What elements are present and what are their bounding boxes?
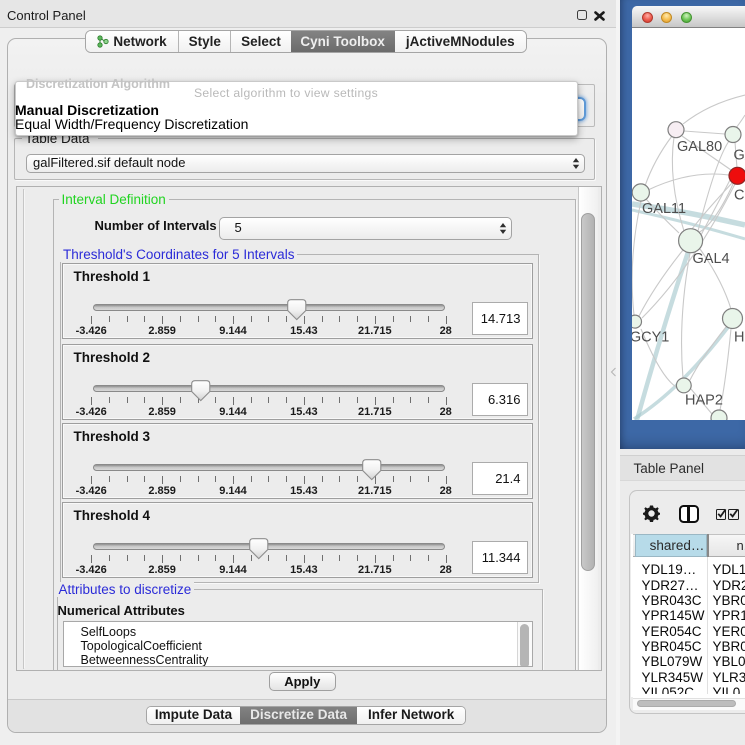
svg-text:GAL80: GAL80 [677,139,722,155]
svg-text:GAL4: GAL4 [693,251,730,267]
svg-text:HI: HI [734,330,745,346]
svg-text:GA: GA [734,148,745,164]
svg-text:GCY1: GCY1 [632,330,669,346]
svg-text:HAP2: HAP2 [685,393,723,409]
svg-text:CY: CY [734,188,745,204]
svg-text:GAL11: GAL11 [642,201,686,217]
